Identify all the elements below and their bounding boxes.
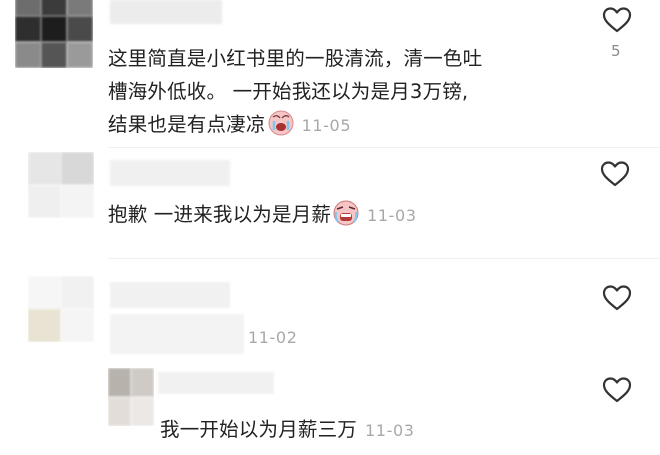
comment-line: 这里简直是小红书里的一股清流，清一色吐 bbox=[108, 47, 483, 70]
comment-line-with-date: 结果也是有点凄凉 11-05 bbox=[108, 108, 482, 142]
username-redacted[interactable] bbox=[110, 282, 230, 308]
username-redacted[interactable] bbox=[158, 372, 274, 394]
comment-date: 11-02 bbox=[248, 328, 298, 347]
comment-date: 11-05 bbox=[301, 116, 352, 135]
avatar[interactable] bbox=[15, 0, 93, 68]
comment-line: 抱歉 一进来我以为是月薪 bbox=[108, 203, 332, 226]
reply-line: 我一开始以为月薪三万 bbox=[160, 418, 358, 441]
divider bbox=[108, 147, 660, 148]
reply-text: 我一开始以为月薪三万 11-03 bbox=[160, 413, 415, 447]
username-redacted[interactable] bbox=[110, 160, 230, 186]
username-redacted[interactable] bbox=[110, 0, 222, 24]
heart-outline-icon[interactable] bbox=[602, 284, 632, 312]
comment-line: 槽海外低收。 一开始我还以为是月3万镑, bbox=[108, 80, 469, 103]
comment-text: 11-02 bbox=[240, 320, 298, 354]
avatar[interactable] bbox=[28, 152, 94, 218]
comment-text-redacted bbox=[110, 314, 244, 354]
heart-outline-icon[interactable] bbox=[602, 376, 632, 404]
heart-outline-icon[interactable] bbox=[600, 160, 630, 188]
avatar[interactable] bbox=[28, 276, 94, 342]
weeping-face-emoji bbox=[333, 200, 359, 226]
like-count: 5 bbox=[611, 42, 621, 60]
reply-date: 11-03 bbox=[365, 421, 415, 440]
comment-line: 结果也是有点凄凉 bbox=[108, 113, 266, 136]
avatar[interactable] bbox=[108, 368, 154, 426]
crying-face-emoji bbox=[268, 110, 294, 136]
comment-date: 11-03 bbox=[367, 206, 417, 225]
comment-text: 这里简直是小红书里的一股清流，清一色吐 槽海外低收。 一开始我还以为是月3万镑,… bbox=[108, 42, 482, 142]
comment-text: 抱歉 一进来我以为是月薪 11-03 bbox=[108, 198, 417, 232]
divider bbox=[108, 258, 660, 259]
heart-outline-icon[interactable] bbox=[602, 6, 632, 34]
